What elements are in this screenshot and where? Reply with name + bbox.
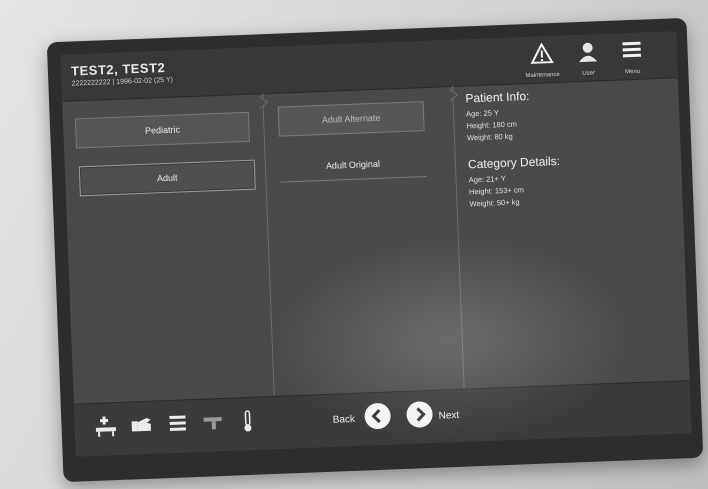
patient-id-dob: 2222222222 | 1996-02-02 (25 Y) [71, 76, 174, 88]
hand-icon[interactable] [128, 412, 155, 439]
pediatric-option[interactable]: Pediatric [74, 111, 250, 149]
back-button[interactable] [364, 402, 392, 430]
category-details-title: Category Details: [467, 153, 561, 172]
chevron-right-icon [416, 407, 426, 422]
patient-info-title: Patient Info: [465, 89, 530, 106]
category-column: Pediatric Adult [62, 93, 274, 404]
patient-weight: Weight: 80 kg [466, 131, 513, 143]
device-screen: TEST2, TEST2 2222222222 | 1996-02-02 (25… [60, 31, 692, 457]
patient-age: Age: 25 Y [465, 108, 500, 119]
maintenance-label: Maintenance [525, 71, 560, 80]
user-icon [579, 42, 598, 63]
chevron-right-icon [258, 95, 269, 109]
next-label: Next [438, 409, 460, 422]
subcategory-column: Adult Alternate Adult Original [258, 85, 465, 398]
patient-add-icon[interactable] [92, 413, 119, 440]
warning-icon [530, 42, 554, 64]
user-label: User [582, 70, 596, 77]
patient-height: Height: 180 cm [466, 119, 518, 131]
next-button[interactable] [406, 400, 434, 428]
menu-label: Menu [624, 68, 641, 76]
category-weight: Weight: 50+ kg [469, 197, 520, 209]
menu-icon [622, 41, 642, 58]
back-label: Back [332, 413, 356, 426]
user-button[interactable]: User [568, 38, 607, 77]
maintenance-button[interactable]: Maintenance [522, 40, 561, 79]
adult-option[interactable]: Adult [78, 159, 256, 197]
category-age: Age: 21+ Y [468, 173, 506, 185]
adult-alternate-option[interactable]: Adult Alternate [277, 101, 425, 137]
adult-original-option[interactable]: Adult Original [279, 147, 427, 183]
patient-name: TEST2, TEST2 [70, 59, 166, 79]
chevron-left-icon [371, 408, 381, 424]
chevron-right-icon [448, 88, 459, 102]
thermometer-icon[interactable] [234, 408, 261, 435]
list-icon[interactable] [164, 410, 191, 437]
menu-button[interactable]: Menu [612, 36, 651, 75]
category-height: Height: 153+ cm [468, 185, 525, 197]
gun-icon[interactable] [200, 409, 227, 436]
selection-columns: Pediatric Adult Adult Alternate Adult Or… [62, 77, 690, 404]
info-column: Patient Info: Age: 25 Y Height: 180 cm W… [448, 77, 690, 390]
